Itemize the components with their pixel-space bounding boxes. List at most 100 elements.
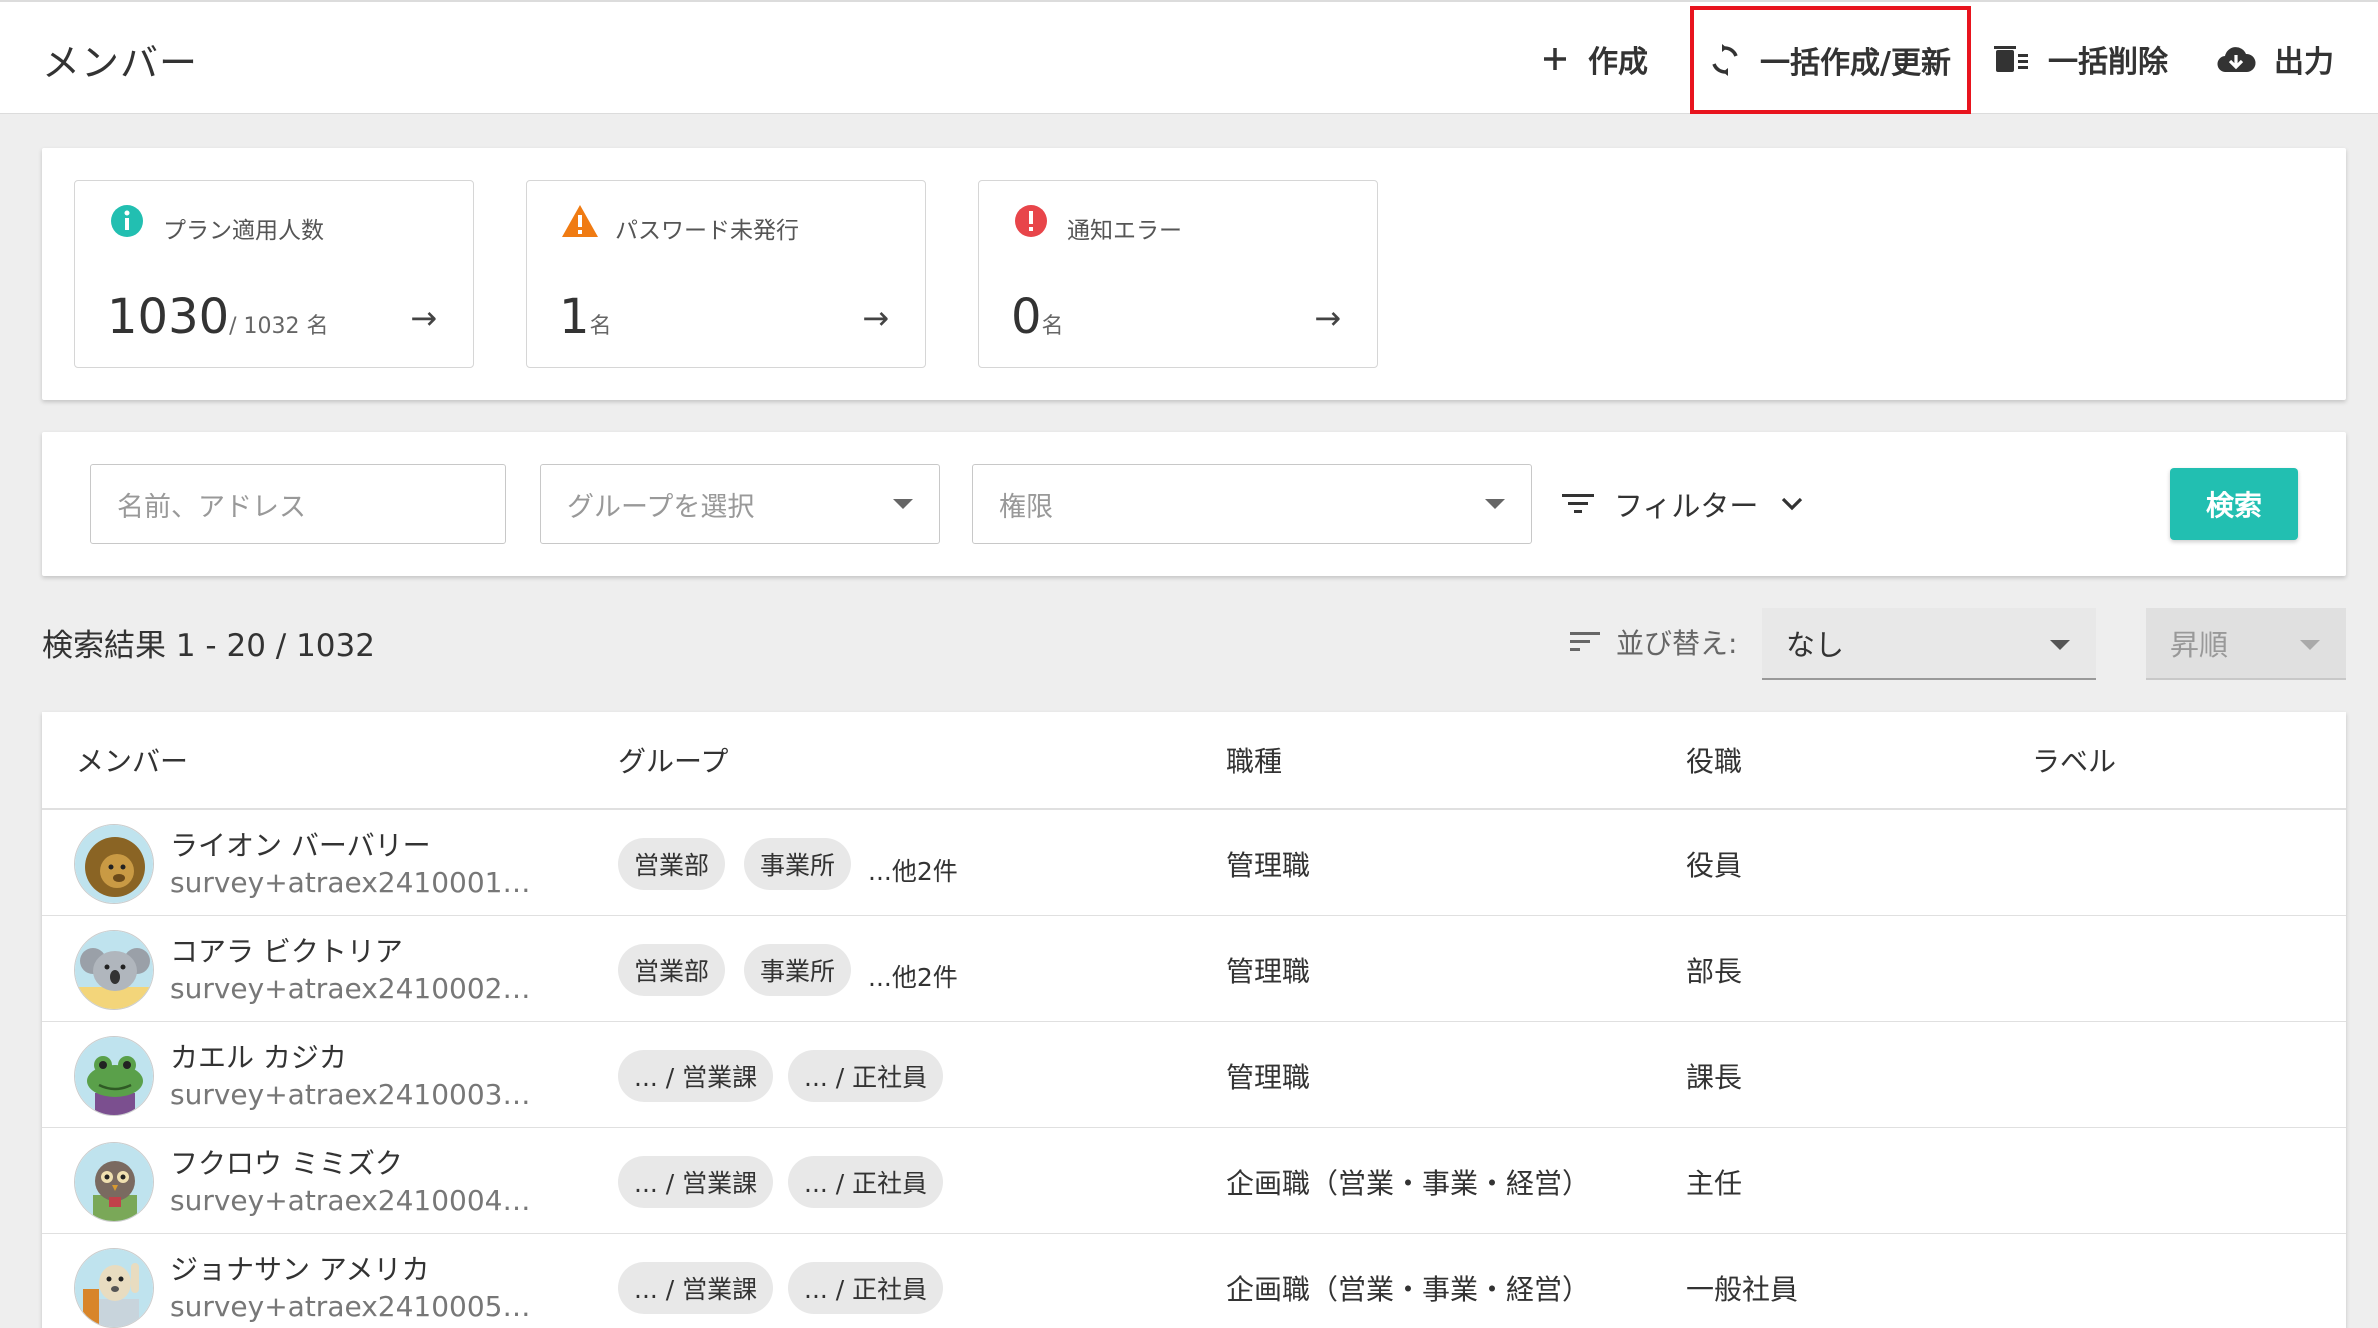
sort-select[interactable]: なし <box>1762 608 2096 680</box>
role-select-placeholder: 権限 <box>999 491 1053 523</box>
column-header-label[interactable]: ラベル <box>2032 740 2116 780</box>
bulk-create-update-label: 一括作成/更新 <box>1760 46 1951 81</box>
member-email: survey+atraex2410001@webtest.jp <box>170 866 550 899</box>
position-cell: 課長 <box>1686 1061 1743 1094</box>
dropdown-caret-icon <box>2300 640 2320 650</box>
filter-toggle-button[interactable]: フィルター <box>1562 476 1804 532</box>
position-cell: 一般社員 <box>1686 1273 1799 1306</box>
sort-select-value: なし <box>1786 628 1845 662</box>
order-select: 昇順 <box>2146 608 2346 680</box>
order-select-value: 昇順 <box>2170 628 2229 662</box>
avatar-frog <box>74 1036 154 1116</box>
stat-label: プラン適用人数 <box>163 218 324 244</box>
error-icon <box>1015 205 1047 237</box>
group-chip: ... / 正社員 <box>788 1156 944 1208</box>
sort-label: 並び替え: <box>1570 622 1737 662</box>
member-name: ライオン バーバリー <box>170 829 431 862</box>
member-email: survey+atraex2410003@webtest.jp <box>170 1078 550 1111</box>
plus-icon <box>1544 48 1566 70</box>
filter-label: フィルター <box>1614 489 1759 523</box>
stat-plan-members[interactable]: プラン適用人数 1030/ 1032 名 → <box>74 180 474 368</box>
group-chip: ... / 正社員 <box>788 1050 944 1102</box>
stat-value: 1名 <box>559 289 612 345</box>
table-row[interactable]: フクロウ ミミズク survey+atraex2410004@webtest.j… <box>42 1128 2346 1234</box>
table-row[interactable]: カエル カジカ survey+atraex2410003@webtest.jp … <box>42 1022 2346 1128</box>
stat-label: 通知エラー <box>1067 218 1182 244</box>
member-name: コアラ ビクトリア <box>170 935 403 968</box>
column-header-job[interactable]: 職種 <box>1226 740 1282 780</box>
info-icon <box>111 205 143 237</box>
job-cell: 管理職 <box>1226 849 1311 882</box>
job-cell: 企画職（営業・事業・経営） <box>1226 1167 1591 1200</box>
group-chip: 営業部 <box>618 838 726 890</box>
bulk-delete-label: 一括削除 <box>2048 45 2168 80</box>
member-name: ジョナサン アメリカ <box>170 1253 430 1286</box>
bulk-create-update-button[interactable]: 一括作成/更新 <box>1690 6 1971 114</box>
export-label: 出力 <box>2274 45 2334 80</box>
avatar-lion <box>74 824 154 904</box>
member-name: カエル カジカ <box>170 1041 347 1074</box>
column-header-member[interactable]: メンバー <box>76 740 188 780</box>
table-row[interactable]: ライオン バーバリー survey+atraex2410001@webtest.… <box>42 810 2346 916</box>
sync-icon <box>1712 44 1738 76</box>
members-table: メンバー グループ 職種 役職 ラベル ライオン バーバリー survey+at… <box>42 712 2346 1328</box>
role-select[interactable]: 権限 <box>972 464 1532 544</box>
position-cell: 主任 <box>1686 1167 1743 1200</box>
member-email: survey+atraex2410002@webtest.jp <box>170 972 550 1005</box>
summary-card: プラン適用人数 1030/ 1032 名 → パスワード未発行 1名 → 通知エ… <box>42 148 2346 400</box>
group-chip: ... / 営業課 <box>618 1262 774 1314</box>
dropdown-caret-icon <box>1485 499 1505 509</box>
header-bar: メンバー 作成 一括作成/更新 一括削除 出力 <box>0 0 2378 114</box>
group-chip: ... / 営業課 <box>618 1156 774 1208</box>
search-button[interactable]: 検索 <box>2170 468 2298 540</box>
stat-value: 1030/ 1032 名 <box>107 289 329 345</box>
chevron-down-icon <box>1782 497 1803 511</box>
group-more-text: ...他2件 <box>868 963 958 992</box>
column-header-group[interactable]: グループ <box>618 740 728 780</box>
avatar-jonathan <box>74 1248 154 1328</box>
name-address-input[interactable]: 名前、アドレス <box>90 464 506 544</box>
group-chip: 事業所 <box>744 944 852 996</box>
arrow-right-icon: → <box>862 299 889 337</box>
warning-icon <box>562 205 598 237</box>
group-select-placeholder: グループを選択 <box>567 491 755 523</box>
job-cell: 管理職 <box>1226 1061 1311 1094</box>
avatar-owl <box>74 1142 154 1222</box>
stat-unit: / 1032 名 <box>229 314 329 339</box>
avatar-koala <box>74 930 154 1010</box>
member-email: survey+atraex2410005@webtest.jp <box>170 1290 550 1323</box>
bulk-delete-icon <box>1994 46 2028 72</box>
group-more-text: ...他2件 <box>868 857 958 886</box>
group-chip: 営業部 <box>618 944 726 996</box>
job-cell: 管理職 <box>1226 955 1311 988</box>
table-row[interactable]: コアラ ビクトリア survey+atraex2410002@webtest.j… <box>42 916 2346 1022</box>
create-button-label: 作成 <box>1588 45 1648 80</box>
cloud-download-icon <box>2217 47 2256 73</box>
stat-unit: 名 <box>1041 314 1064 339</box>
results-count: 検索結果 1 - 20 / 1032 <box>42 628 375 664</box>
dropdown-caret-icon <box>893 499 913 509</box>
page-title: メンバー <box>42 41 199 85</box>
group-select[interactable]: グループを選択 <box>540 464 940 544</box>
group-chip: ... / 正社員 <box>788 1262 944 1314</box>
dropdown-caret-icon <box>2050 640 2070 650</box>
create-button[interactable]: 作成 <box>1540 24 1648 94</box>
stat-label: パスワード未発行 <box>615 218 799 244</box>
arrow-right-icon: → <box>1314 299 1341 337</box>
stat-unit: 名 <box>589 314 612 339</box>
member-email: survey+atraex2410004@webtest.jp <box>170 1184 550 1217</box>
bulk-delete-button[interactable]: 一括削除 <box>1994 24 2168 94</box>
stat-notification-error[interactable]: 通知エラー 0名 → <box>978 180 1378 368</box>
export-button[interactable]: 出力 <box>2216 24 2334 94</box>
job-cell: 企画職（営業・事業・経営） <box>1226 1273 1591 1306</box>
stat-value: 0名 <box>1011 289 1064 345</box>
arrow-right-icon: → <box>410 299 437 337</box>
column-header-position[interactable]: 役職 <box>1686 740 1742 780</box>
stat-password-unissued[interactable]: パスワード未発行 1名 → <box>526 180 926 368</box>
position-cell: 部長 <box>1686 955 1743 988</box>
name-address-placeholder: 名前、アドレス <box>117 491 306 523</box>
member-name: フクロウ ミミズク <box>170 1147 403 1180</box>
filter-icon <box>1562 494 1594 513</box>
search-card: 名前、アドレス グループを選択 権限 フィルター 検索 <box>42 432 2346 576</box>
table-row[interactable]: ジョナサン アメリカ survey+atraex2410005@webtest.… <box>42 1234 2346 1328</box>
